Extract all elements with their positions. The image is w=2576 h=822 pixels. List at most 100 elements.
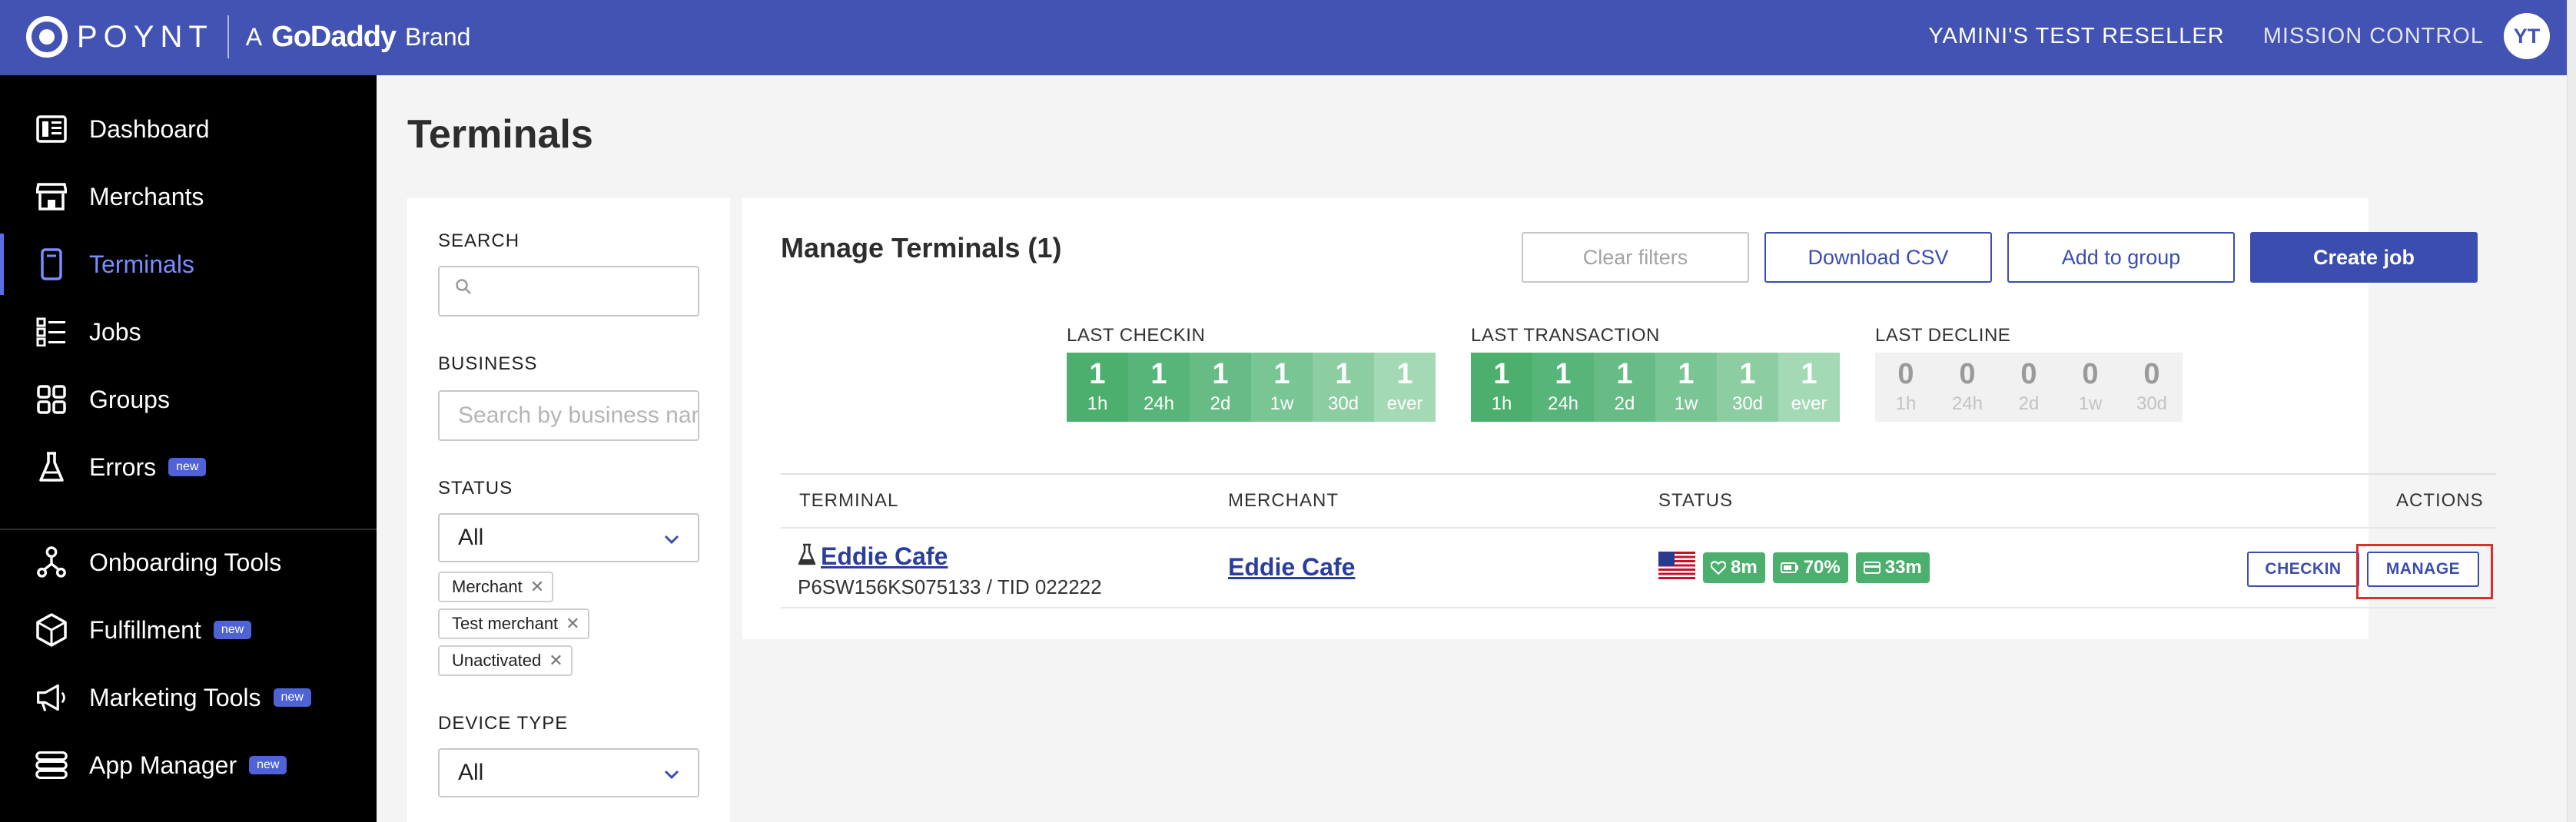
remove-chip-icon[interactable]: ✕ bbox=[530, 577, 544, 597]
metric-period: 2d bbox=[1614, 393, 1635, 414]
sidebar-divider bbox=[0, 529, 377, 530]
metric-period: 2d bbox=[1210, 393, 1231, 414]
terminal-name-link[interactable]: Eddie Cafe bbox=[821, 542, 948, 571]
download-csv-button[interactable]: Download CSV bbox=[1764, 232, 1992, 283]
account-name-link[interactable]: YAMINI'S TEST RESELLER bbox=[1928, 24, 2224, 49]
metric-count: 1 bbox=[1335, 358, 1352, 390]
column-header-terminal[interactable]: TERMINAL bbox=[799, 490, 898, 512]
heartbeat-badge: 8m bbox=[1703, 552, 1765, 583]
metric-cell[interactable]: 1 2d bbox=[1190, 353, 1251, 422]
remove-chip-icon[interactable]: ✕ bbox=[566, 614, 579, 634]
metric-period: ever bbox=[1791, 393, 1827, 414]
sidebar-item-label: Onboarding Tools bbox=[89, 548, 282, 576]
panel-title: Manage Terminals (1) bbox=[781, 232, 1062, 264]
metric-cell[interactable]: 1 1w bbox=[1655, 353, 1717, 422]
metric-period: 1h bbox=[1895, 393, 1917, 414]
clear-filters-button[interactable]: Clear filters bbox=[1522, 232, 1749, 283]
sidebar-item-groups[interactable]: Groups bbox=[0, 369, 377, 430]
sidebar-item-dashboard[interactable]: Dashboard bbox=[0, 98, 377, 160]
last-transaction-badge: 33m bbox=[1855, 552, 1930, 583]
onboarding-icon bbox=[35, 546, 68, 578]
user-avatar[interactable]: YT bbox=[2504, 13, 2550, 59]
metric-cell[interactable]: 1 24h bbox=[1128, 353, 1190, 422]
brand-prefix: A bbox=[245, 22, 263, 51]
new-badge: new bbox=[249, 756, 287, 774]
terminal-cell: Eddie Cafe P6SW156KS075133 / TID 022222 bbox=[798, 542, 1102, 599]
sidebar-item-fulfillment[interactable]: Fulfillment new bbox=[0, 599, 377, 661]
metric-cell[interactable]: 1 1h bbox=[1471, 353, 1532, 422]
sidebar-item-merchants[interactable]: Merchants bbox=[0, 166, 377, 227]
metric-cell[interactable]: 0 1w bbox=[2060, 353, 2121, 422]
status-label: STATUS bbox=[438, 478, 513, 499]
dashboard-icon bbox=[35, 113, 68, 145]
metric-period: 30d bbox=[1731, 393, 1764, 414]
status-chip-merchant: Merchant ✕ bbox=[438, 572, 554, 602]
metric-cell[interactable]: 1 1w bbox=[1251, 353, 1313, 422]
metric-cell[interactable]: 1 30d bbox=[1313, 353, 1374, 422]
scrollbar[interactable] bbox=[2567, 0, 2576, 822]
status-cell: 8m 70% 33m bbox=[1658, 552, 1937, 583]
column-header-status[interactable]: STATUS bbox=[1658, 490, 1733, 512]
metric-period: 1h bbox=[1491, 393, 1512, 414]
sidebar-item-label: App Manager bbox=[89, 751, 237, 779]
metric-period: ever bbox=[1386, 393, 1423, 414]
sidebar-item-jobs[interactable]: Jobs bbox=[0, 301, 377, 363]
business-label: BUSINESS bbox=[438, 353, 538, 374]
add-to-group-button[interactable]: Add to group bbox=[2007, 232, 2235, 283]
sidebar-item-app-manager[interactable]: App Manager new bbox=[0, 734, 377, 796]
metric-cell[interactable]: 1 2d bbox=[1594, 353, 1655, 422]
status-chip-unactivated: Unactivated ✕ bbox=[438, 645, 573, 676]
metric-period: 1w bbox=[1270, 393, 1294, 414]
poynt-logo[interactable]: POYNT A GoDaddy Brand bbox=[26, 14, 470, 60]
metric-cells: 1 1h 1 24h 1 2d 1 1w 1 30d 1 ever bbox=[1471, 353, 1840, 422]
metric-cell[interactable]: 0 2d bbox=[1998, 353, 2060, 422]
last-checkin-metric: LAST CHECKIN 1 1h 1 24h 1 2d 1 1w 1 30d 1 ever bbox=[1067, 325, 1436, 422]
metric-period: 1h bbox=[1087, 393, 1108, 414]
remove-chip-icon[interactable]: ✕ bbox=[549, 651, 563, 671]
page-title: Terminals bbox=[407, 112, 593, 157]
app-manager-icon bbox=[35, 749, 68, 781]
metric-cell[interactable]: 0 1h bbox=[1875, 353, 1937, 422]
metric-cell[interactable]: 1 ever bbox=[1374, 353, 1436, 422]
merchant-link[interactable]: Eddie Cafe bbox=[1228, 553, 1355, 582]
logo-text: POYNT bbox=[77, 19, 214, 54]
metric-count: 1 bbox=[1801, 358, 1817, 390]
device-type-select[interactable]: All bbox=[438, 748, 699, 797]
metric-cell[interactable]: 1 ever bbox=[1778, 353, 1840, 422]
flask-icon bbox=[798, 543, 816, 570]
device-type-label: DEVICE TYPE bbox=[438, 713, 569, 734]
sidebar-item-label: Fulfillment bbox=[89, 615, 201, 644]
mission-control-link[interactable]: MISSION CONTROL bbox=[2263, 24, 2484, 49]
status-select[interactable]: All bbox=[438, 513, 699, 562]
metric-period: 1w bbox=[2078, 393, 2103, 414]
chip-label: Merchant bbox=[452, 577, 523, 596]
create-job-button[interactable]: Create job bbox=[2250, 232, 2478, 283]
column-header-merchant[interactable]: MERCHANT bbox=[1228, 490, 1339, 512]
grid-icon bbox=[35, 383, 68, 416]
sidebar-item-terminals[interactable]: Terminals bbox=[0, 234, 377, 295]
metric-count: 1 bbox=[1555, 358, 1572, 390]
sidebar-item-onboarding-tools[interactable]: Onboarding Tools bbox=[0, 532, 377, 593]
terminal-icon bbox=[35, 248, 68, 280]
sidebar-item-marketing-tools[interactable]: Marketing Tools new bbox=[0, 667, 377, 728]
sidebar-item-errors[interactable]: Errors new bbox=[0, 436, 377, 498]
metric-period: 2d bbox=[2018, 393, 2040, 414]
search-input[interactable] bbox=[438, 266, 699, 317]
terminal-serial-tid: P6SW156KS075133 / TID 022222 bbox=[798, 575, 1102, 598]
metric-count: 0 bbox=[2082, 358, 2099, 390]
table-divider bbox=[781, 607, 2496, 608]
checkin-button[interactable]: CHECKIN bbox=[2247, 552, 2359, 587]
metric-cell[interactable]: 0 30d bbox=[2121, 353, 2183, 422]
metric-cell[interactable]: 0 24h bbox=[1937, 353, 1998, 422]
sidebar-item-label: Dashboard bbox=[89, 114, 210, 143]
metric-cell[interactable]: 1 30d bbox=[1717, 353, 1778, 422]
business-input[interactable] bbox=[438, 390, 699, 441]
metric-cell[interactable]: 1 1h bbox=[1067, 353, 1128, 422]
status-chip-test-merchant: Test merchant ✕ bbox=[438, 608, 589, 639]
metric-count: 1 bbox=[1212, 358, 1229, 390]
battery-icon bbox=[1780, 562, 1798, 573]
metric-period: 30d bbox=[1327, 393, 1359, 414]
logo-divider bbox=[227, 15, 229, 58]
us-flag-icon bbox=[1658, 552, 1703, 583]
metric-cell[interactable]: 1 24h bbox=[1532, 353, 1594, 422]
